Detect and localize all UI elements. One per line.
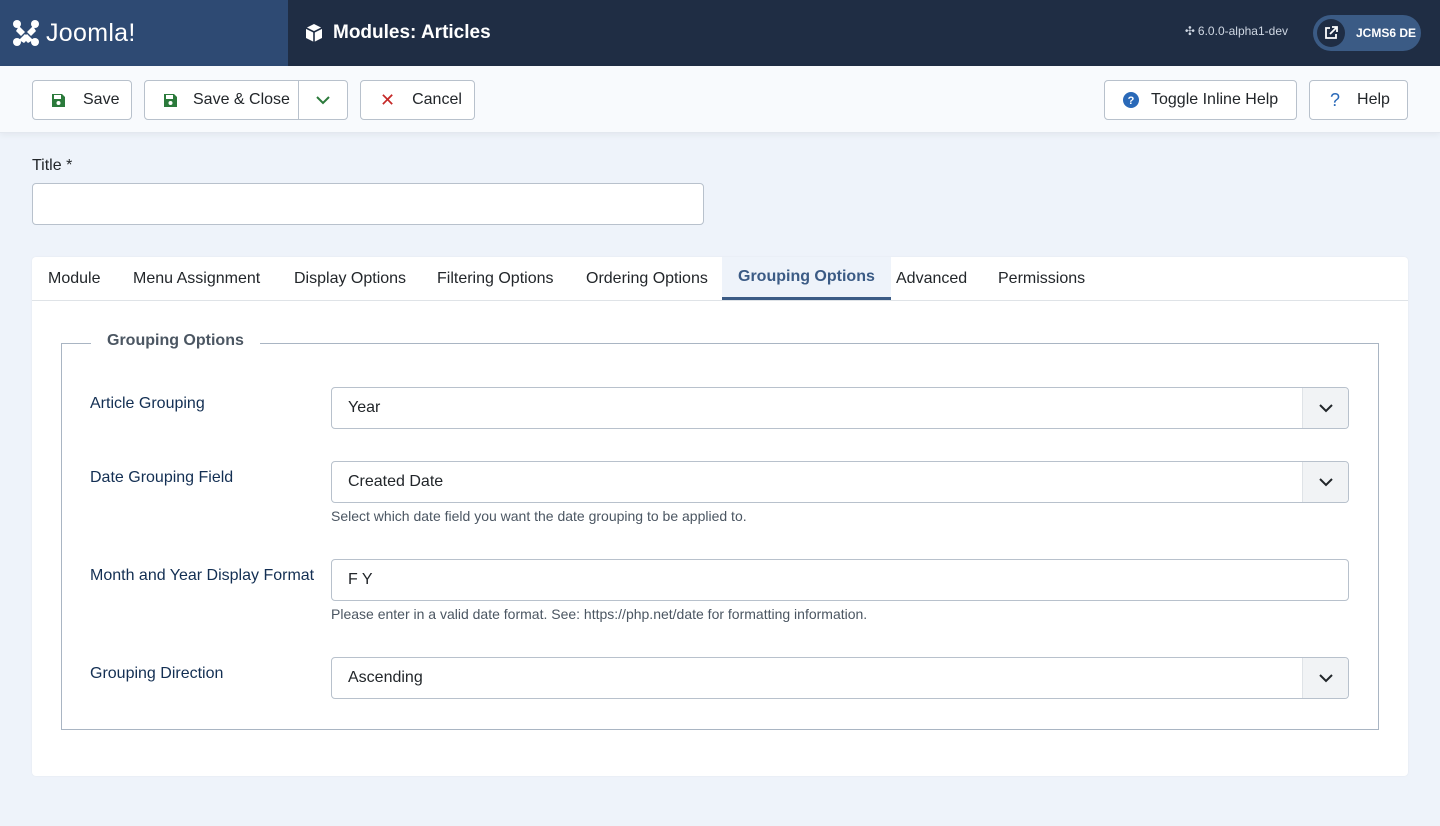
article-grouping-label: Article Grouping xyxy=(90,395,205,412)
chevron-down-icon xyxy=(316,96,330,105)
tab-display-options[interactable]: Display Options xyxy=(294,257,406,300)
date-format-description: Please enter in a valid date format. See… xyxy=(331,606,868,622)
save-close-group: Save & Close xyxy=(144,80,348,120)
fieldset-legend: Grouping Options xyxy=(91,332,260,350)
tab-permissions[interactable]: Permissions xyxy=(998,257,1085,300)
chevron-down-icon xyxy=(1302,658,1348,698)
header-bar: Joomla! Modules: Articles ✣ 6.0.0-alpha1… xyxy=(0,0,1440,66)
article-grouping-value: Year xyxy=(348,399,381,416)
save-close-label: Save & Close xyxy=(193,91,290,108)
tab-filtering-options[interactable]: Filtering Options xyxy=(437,257,554,300)
tab-grouping-options[interactable]: Grouping Options xyxy=(722,257,891,300)
brand-logo[interactable]: Joomla! xyxy=(0,0,288,66)
date-format-label: Month and Year Display Format xyxy=(90,567,315,584)
page-title-text: Modules: Articles xyxy=(333,22,491,43)
save-label: Save xyxy=(83,91,120,108)
tab-menu-assignment[interactable]: Menu Assignment xyxy=(133,257,260,300)
version-text: 6.0.0-alpha1-dev xyxy=(1197,24,1288,38)
cancel-label: Cancel xyxy=(412,91,462,108)
joomla-logo-icon xyxy=(13,20,39,46)
module-options-card: Module Menu Assignment Display Options F… xyxy=(32,257,1408,776)
date-grouping-field-select[interactable]: Created Date xyxy=(331,461,1349,503)
save-close-button[interactable]: Save & Close xyxy=(145,81,299,119)
help-button[interactable]: ? Help xyxy=(1309,80,1408,120)
site-label: JCMS6 DE xyxy=(1356,26,1417,40)
page-title: Modules: Articles xyxy=(304,22,491,44)
grouping-direction-label: Grouping Direction xyxy=(90,665,224,682)
external-link-icon xyxy=(1317,19,1345,47)
question-icon: ? xyxy=(1330,89,1341,110)
toggle-inline-help-button[interactable]: ? Toggle Inline Help xyxy=(1104,80,1297,120)
grouping-direction-value: Ascending xyxy=(348,669,423,686)
cube-icon xyxy=(305,24,323,42)
save-options-dropdown[interactable] xyxy=(299,81,347,119)
toolbar: Save Save & Close ✕ Cancel ? Toggle Inli… xyxy=(0,66,1440,133)
tab-module[interactable]: Module xyxy=(48,257,100,300)
save-button[interactable]: Save xyxy=(32,80,132,120)
close-icon: ✕ xyxy=(380,89,396,110)
save-icon xyxy=(163,93,178,108)
help-label: Help xyxy=(1357,91,1390,108)
chevron-down-icon xyxy=(1302,462,1348,502)
tab-advanced[interactable]: Advanced xyxy=(896,257,967,300)
joomla-small-icon: ✣ xyxy=(1184,24,1195,38)
date-grouping-field-label: Date Grouping Field xyxy=(90,469,234,486)
cancel-button[interactable]: ✕ Cancel xyxy=(360,80,475,120)
date-grouping-field-value: Created Date xyxy=(348,473,444,490)
date-format-input[interactable]: F Y xyxy=(331,559,1349,601)
svg-text:?: ? xyxy=(1128,95,1135,107)
toggle-help-label: Toggle Inline Help xyxy=(1151,91,1279,108)
tab-ordering-options[interactable]: Ordering Options xyxy=(586,257,708,300)
date-format-value: F Y xyxy=(348,571,373,588)
save-icon xyxy=(51,93,66,108)
grouping-direction-select[interactable]: Ascending xyxy=(331,657,1349,699)
title-input[interactable] xyxy=(32,183,704,225)
title-label: Title * xyxy=(32,157,73,174)
date-grouping-field-description: Select which date field you want the dat… xyxy=(331,508,747,524)
question-circle-icon: ? xyxy=(1123,92,1139,108)
article-grouping-select[interactable]: Year xyxy=(331,387,1349,429)
brand-name: Joomla! xyxy=(46,18,136,47)
tab-bar: Module Menu Assignment Display Options F… xyxy=(32,257,1408,301)
view-site-button[interactable]: JCMS6 DE xyxy=(1313,15,1421,51)
version-info: ✣ 6.0.0-alpha1-dev xyxy=(1185,24,1288,38)
chevron-down-icon xyxy=(1302,388,1348,428)
